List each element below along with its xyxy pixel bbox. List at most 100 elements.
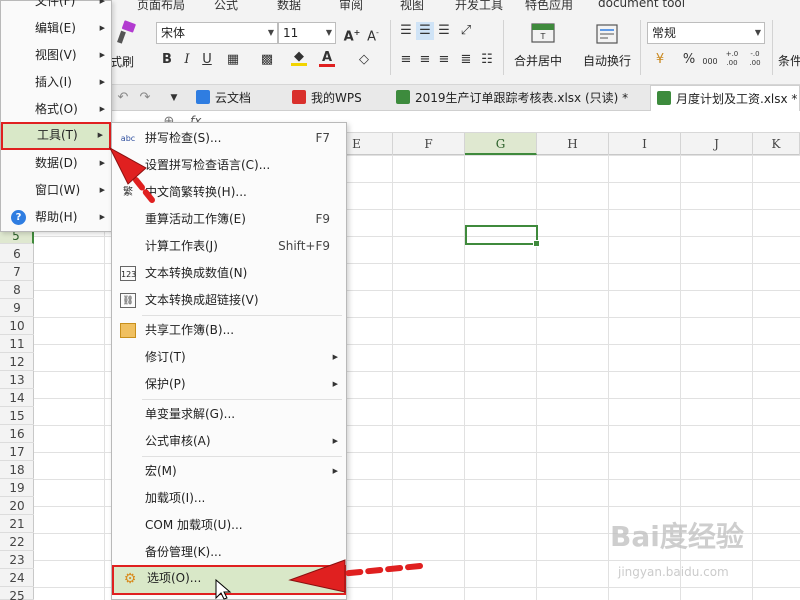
font-name-select[interactable]: 宋体 ▼ <box>156 22 278 44</box>
align-middle-icon[interactable]: ☰ <box>416 22 434 40</box>
menu-item-spell-language[interactable]: 字A 设置拼写检查语言(C)... <box>112 152 346 179</box>
tab-special[interactable]: 特色应用 <box>525 0 573 13</box>
row-header[interactable]: 10 <box>0 317 34 335</box>
row-header[interactable]: 24 <box>0 569 34 587</box>
align-bottom-icon[interactable]: ☰ <box>435 22 453 40</box>
active-cell-g7[interactable] <box>465 225 540 247</box>
menu-item-view[interactable]: 视图(V) ▶ <box>1 42 111 69</box>
menu-item-backup[interactable]: 备份管理(K)... <box>112 539 346 566</box>
fill-pattern-icon[interactable]: ▩ <box>258 51 276 69</box>
tab-developer[interactable]: 开发工具 <box>455 0 503 13</box>
wrap-text-button[interactable]: 自动换行 <box>580 22 634 72</box>
tab-document-tool[interactable]: document tool <box>598 0 685 10</box>
menu-item-goal-seek[interactable]: 单变量求解(G)... <box>112 401 346 428</box>
row-header[interactable]: 18 <box>0 461 34 479</box>
row-header[interactable]: 19 <box>0 479 34 497</box>
tab-page-layout[interactable]: 页面布局 <box>137 0 185 13</box>
tab-review[interactable]: 审阅 <box>339 0 363 13</box>
border-icon[interactable]: ▦ <box>224 51 242 69</box>
row-header[interactable]: 7 <box>0 263 34 281</box>
align-right-icon[interactable]: ≡ <box>435 51 453 69</box>
row-header[interactable]: 22 <box>0 533 34 551</box>
italic-icon[interactable]: I <box>178 51 196 69</box>
menu-item-share-workbook[interactable]: 共享工作簿(B)... <box>112 317 346 344</box>
align-center-icon[interactable]: ≡ <box>416 51 434 69</box>
increase-font-icon[interactable]: A+ <box>343 24 361 44</box>
menu-item-insert[interactable]: 插入(I) ▶ <box>1 69 111 96</box>
font-size-select[interactable]: 11 ▼ <box>278 22 336 44</box>
percent-icon[interactable]: % <box>680 51 698 69</box>
bold-icon[interactable]: B <box>158 51 176 69</box>
row-header[interactable]: 25 <box>0 587 34 600</box>
row-header[interactable]: 21 <box>0 515 34 533</box>
menu-item-window[interactable]: 窗口(W) ▶ <box>1 177 111 204</box>
menu-item-help[interactable]: ? 帮助(H) ▶ <box>1 204 111 231</box>
row-header[interactable]: 13 <box>0 371 34 389</box>
decrease-font-icon[interactable]: A- <box>364 24 382 44</box>
menu-item-macro[interactable]: 宏(M) ▶ <box>112 458 346 485</box>
menu-item-options[interactable]: ⚙ 选项(O)... <box>112 565 346 595</box>
row-header[interactable]: 15 <box>0 407 34 425</box>
row-header[interactable]: 20 <box>0 497 34 515</box>
menu-item-spellcheck[interactable]: abc 拼写检查(S)... F7 <box>112 125 346 152</box>
column-header-i[interactable]: I <box>609 133 681 155</box>
conditional-format-button[interactable]: 条件 <box>778 52 800 69</box>
doc-tab-cloud[interactable]: 云文档 <box>190 85 257 111</box>
doc-tab-mywps[interactable]: 我的WPS <box>286 85 368 111</box>
row-header[interactable]: 17 <box>0 443 34 461</box>
menu-item-edit[interactable]: 编辑(E) ▶ <box>1 15 111 42</box>
menu-item-calc-sheet[interactable]: 计算工作表(J) Shift+F9 <box>112 233 346 260</box>
menu-item-protect[interactable]: 保护(P) ▶ <box>112 371 346 398</box>
decrease-decimal-icon[interactable]: -.0 .00 <box>746 50 764 68</box>
row-header[interactable]: 9 <box>0 299 34 317</box>
thousands-icon[interactable]: 000 <box>700 53 720 71</box>
align-left-icon[interactable]: ≡ <box>397 51 415 69</box>
tab-formulas[interactable]: 公式 <box>214 0 238 13</box>
column-header-j[interactable]: J <box>681 133 753 155</box>
column-header-f[interactable]: F <box>393 133 465 155</box>
menu-item-file[interactable]: 文件(F) ▶ <box>1 0 111 15</box>
column-header-g[interactable]: G <box>465 133 537 155</box>
row-header[interactable]: 11 <box>0 335 34 353</box>
tab-data[interactable]: 数据 <box>277 0 301 13</box>
increase-decimal-icon[interactable]: +.0 .00 <box>723 50 741 68</box>
menu-item-chinese-conversion[interactable]: 繁 中文简繁转换(H)... <box>112 179 346 206</box>
quick-access-dropdown-icon[interactable]: ▼ <box>165 89 183 107</box>
row-header[interactable]: 12 <box>0 353 34 371</box>
menu-item-recalc-workbook[interactable]: 重算活动工作簿(E) F9 <box>112 206 346 233</box>
justify-icon[interactable]: ≣ <box>457 51 475 69</box>
submenu-arrow-icon: ▶ <box>332 353 338 361</box>
row-header[interactable]: 8 <box>0 281 34 299</box>
orientation-icon[interactable]: ⤢ <box>457 22 475 40</box>
menu-item-text-to-link[interactable]: ⛓ 文本转换成超链接(V) <box>112 287 346 314</box>
menu-item-text-to-number[interactable]: 123 文本转换成数值(N) <box>112 260 346 287</box>
doc-tab-monthly-plan[interactable]: 月度计划及工资.xlsx * <box>650 85 800 111</box>
row-header[interactable]: 16 <box>0 425 34 443</box>
redo-icon[interactable]: ↷ <box>136 89 154 107</box>
fill-color-icon[interactable]: ◆ <box>290 50 308 69</box>
undo-icon[interactable]: ↶ <box>114 89 132 107</box>
menu-item-data[interactable]: 数据(D) ▶ <box>1 150 111 177</box>
doc-tab-order-tracking[interactable]: 2019生产订单跟踪考核表.xlsx (只读) * <box>390 85 634 111</box>
row-header[interactable]: 14 <box>0 389 34 407</box>
format-painter-button[interactable]: 式刷 <box>110 20 144 70</box>
underline-icon[interactable]: U <box>198 51 216 69</box>
number-format-select[interactable]: 常规 ▼ <box>647 22 765 44</box>
distributed-icon[interactable]: ☷ <box>478 51 496 69</box>
row-header[interactable]: 23 <box>0 551 34 569</box>
menu-item-formula-audit[interactable]: 公式审核(A) ▶ <box>112 428 346 455</box>
merge-center-button[interactable]: T 合并居中 <box>510 22 576 72</box>
menu-item-revisions[interactable]: 修订(T) ▶ <box>112 344 346 371</box>
menu-item-tools[interactable]: 工具(T) ▶ <box>1 122 111 150</box>
row-header[interactable]: 6 <box>0 245 34 263</box>
align-top-icon[interactable]: ☰ <box>397 22 415 40</box>
tab-view[interactable]: 视图 <box>400 0 424 13</box>
currency-icon[interactable]: ¥ <box>651 51 669 69</box>
menu-item-addins[interactable]: 加载项(I)... <box>112 485 346 512</box>
column-header-k[interactable]: K <box>753 133 800 155</box>
font-color-icon[interactable]: A <box>318 51 336 69</box>
menu-item-format[interactable]: 格式(O) ▶ <box>1 96 111 123</box>
clear-format-icon[interactable]: ◇ <box>355 51 373 69</box>
column-header-h[interactable]: H <box>537 133 609 155</box>
menu-item-com-addins[interactable]: COM 加载项(U)... <box>112 512 346 539</box>
